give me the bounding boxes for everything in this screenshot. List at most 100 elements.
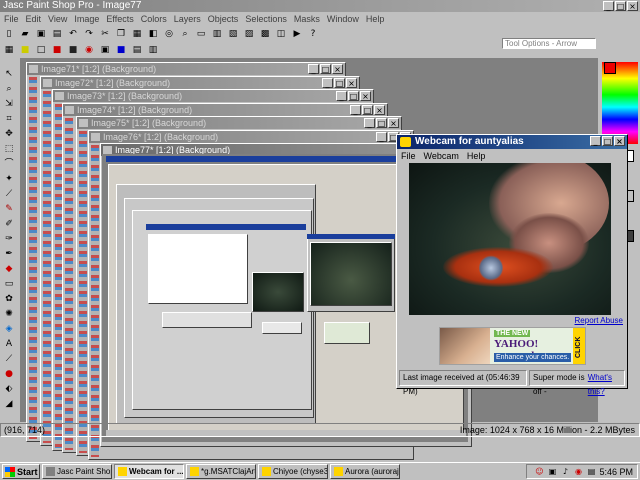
object-selector-icon[interactable]: ⬖: [2, 383, 16, 396]
new-file-icon[interactable]: ▯: [2, 28, 16, 41]
overview-icon[interactable]: ◫: [274, 28, 288, 41]
capture-icon[interactable]: ◎: [162, 28, 176, 41]
minimize-icon[interactable]: _: [322, 78, 333, 88]
paste-icon[interactable]: ▦: [130, 28, 144, 41]
minimize-icon[interactable]: _: [590, 136, 601, 146]
layers-icon[interactable]: ▩: [258, 28, 272, 41]
menu-edit[interactable]: Edit: [26, 12, 42, 26]
minimize-icon[interactable]: _: [336, 91, 347, 101]
palette-icon[interactable]: ▤: [130, 44, 144, 57]
dropper-tool-icon[interactable]: ⟋: [2, 188, 16, 201]
picture-tube-icon[interactable]: ✿: [2, 293, 16, 306]
start-button[interactable]: Start: [2, 464, 40, 479]
task-paint-shop[interactable]: Jasc Paint Shop ...: [42, 464, 112, 479]
foreground-color-swatch[interactable]: [604, 62, 616, 74]
zoom-icon[interactable]: ⌕: [178, 28, 192, 41]
arrow-tool-icon[interactable]: ↖: [2, 68, 16, 81]
display-tray-icon[interactable]: ▤: [586, 467, 596, 477]
antivirus-tray-icon[interactable]: ◉: [573, 467, 583, 477]
toggle-toolbar-icon[interactable]: ▥: [210, 28, 224, 41]
script-icon[interactable]: ▶: [290, 28, 304, 41]
menu-image[interactable]: Image: [74, 12, 99, 26]
undo-icon[interactable]: ↶: [66, 28, 80, 41]
color-swatch-icon[interactable]: □: [34, 44, 48, 57]
minimize-icon[interactable]: _: [603, 1, 614, 11]
yahoo-personals-ad[interactable]: THE NEW YAHOO! personals Enhance your ch…: [439, 327, 586, 365]
ad-click-label[interactable]: CLICK: [573, 328, 585, 364]
task-chat-1[interactable]: *g.MSATClajArt...: [186, 464, 256, 479]
minimize-icon[interactable]: _: [308, 64, 319, 74]
scratch-remover-icon[interactable]: ◆: [2, 263, 16, 276]
print-icon[interactable]: ▤: [50, 28, 64, 41]
menu-help[interactable]: Help: [366, 12, 385, 26]
maximize-icon[interactable]: □: [615, 1, 626, 11]
color-yellow-icon[interactable]: ■: [18, 44, 32, 57]
airbrush-icon[interactable]: ✺: [2, 308, 16, 321]
webcam-menu-webcam[interactable]: Webcam: [424, 149, 459, 163]
task-webcam[interactable]: Webcam for ...: [114, 464, 184, 479]
zoom-tool-icon[interactable]: ⌕: [2, 83, 16, 96]
menu-view[interactable]: View: [48, 12, 67, 26]
close-icon[interactable]: ×: [360, 91, 371, 101]
browse-icon[interactable]: ◧: [146, 28, 160, 41]
webcam-menu-file[interactable]: File: [401, 149, 416, 163]
color-dark-icon[interactable]: ■: [66, 44, 80, 57]
copy-icon[interactable]: ❐: [114, 28, 128, 41]
close-icon[interactable]: ×: [614, 136, 625, 146]
menu-effects[interactable]: Effects: [106, 12, 133, 26]
menu-objects[interactable]: Objects: [208, 12, 239, 26]
tool-options-panel[interactable]: Tool Options - Arrow: [502, 38, 596, 49]
maximize-icon[interactable]: □: [320, 64, 331, 74]
color-spectrum[interactable]: [602, 62, 638, 144]
close-icon[interactable]: ×: [332, 64, 343, 74]
maximize-icon[interactable]: □: [362, 105, 373, 115]
maximize-icon[interactable]: □: [334, 78, 345, 88]
move-tool-icon[interactable]: ✥: [2, 128, 16, 141]
task-chat-3[interactable]: Aurora (aurorajv)...: [330, 464, 400, 479]
report-abuse-link[interactable]: Report Abuse: [575, 316, 623, 325]
minimize-icon[interactable]: _: [364, 118, 375, 128]
color-replacer-icon[interactable]: ✑: [2, 233, 16, 246]
eraser-icon[interactable]: ▭: [2, 278, 16, 291]
toggle-palette-icon[interactable]: ▧: [226, 28, 240, 41]
freehand-tool-icon[interactable]: ⌒: [2, 158, 16, 171]
color-red-icon[interactable]: ■: [50, 44, 64, 57]
close-icon[interactable]: ×: [627, 1, 638, 11]
text-tool-icon[interactable]: A: [2, 338, 16, 351]
image-icon[interactable]: ▣: [98, 44, 112, 57]
draw-tool-icon[interactable]: ⟋: [2, 353, 16, 366]
save-icon[interactable]: ▣: [34, 28, 48, 41]
whats-this-link[interactable]: What's this?: [588, 371, 621, 396]
deform-tool-icon[interactable]: ⇲: [2, 98, 16, 111]
grid-icon[interactable]: ▦: [2, 44, 16, 57]
menu-window[interactable]: Window: [327, 12, 359, 26]
selection-tool-icon[interactable]: ⬚: [2, 143, 16, 156]
color-blue-icon[interactable]: ■: [114, 44, 128, 57]
minimize-icon[interactable]: _: [376, 132, 387, 142]
color-picker-icon[interactable]: ◉: [82, 44, 96, 57]
retouch-icon[interactable]: ✒: [2, 248, 16, 261]
flood-fill-icon[interactable]: ◈: [2, 323, 16, 336]
gradient-icon[interactable]: ▥: [146, 44, 160, 57]
task-chat-2[interactable]: Chiyoe (chyse3...: [258, 464, 328, 479]
close-icon[interactable]: ×: [346, 78, 357, 88]
maximize-icon[interactable]: □: [376, 118, 387, 128]
webcam-window[interactable]: Webcam for auntyalias _ □ × File Webcam …: [396, 134, 628, 396]
maximize-icon[interactable]: □: [348, 91, 359, 101]
vector-icon[interactable]: ◢: [2, 398, 16, 411]
network-tray-icon[interactable]: ▣: [547, 467, 557, 477]
webcam-menu-help[interactable]: Help: [467, 149, 486, 163]
full-screen-icon[interactable]: ▭: [194, 28, 208, 41]
crop-tool-icon[interactable]: ⌗: [2, 113, 16, 126]
cut-icon[interactable]: ✂: [98, 28, 112, 41]
open-folder-icon[interactable]: ▰: [18, 28, 32, 41]
histogram-icon[interactable]: ▨: [242, 28, 256, 41]
messenger-tray-icon[interactable]: ☺: [534, 467, 544, 477]
close-icon[interactable]: ×: [388, 118, 399, 128]
minimize-icon[interactable]: _: [350, 105, 361, 115]
preset-shapes-icon[interactable]: ●: [2, 368, 16, 381]
menu-selections[interactable]: Selections: [245, 12, 287, 26]
menu-colors[interactable]: Colors: [141, 12, 167, 26]
redo-icon[interactable]: ↷: [82, 28, 96, 41]
help-icon[interactable]: ?: [306, 28, 320, 41]
